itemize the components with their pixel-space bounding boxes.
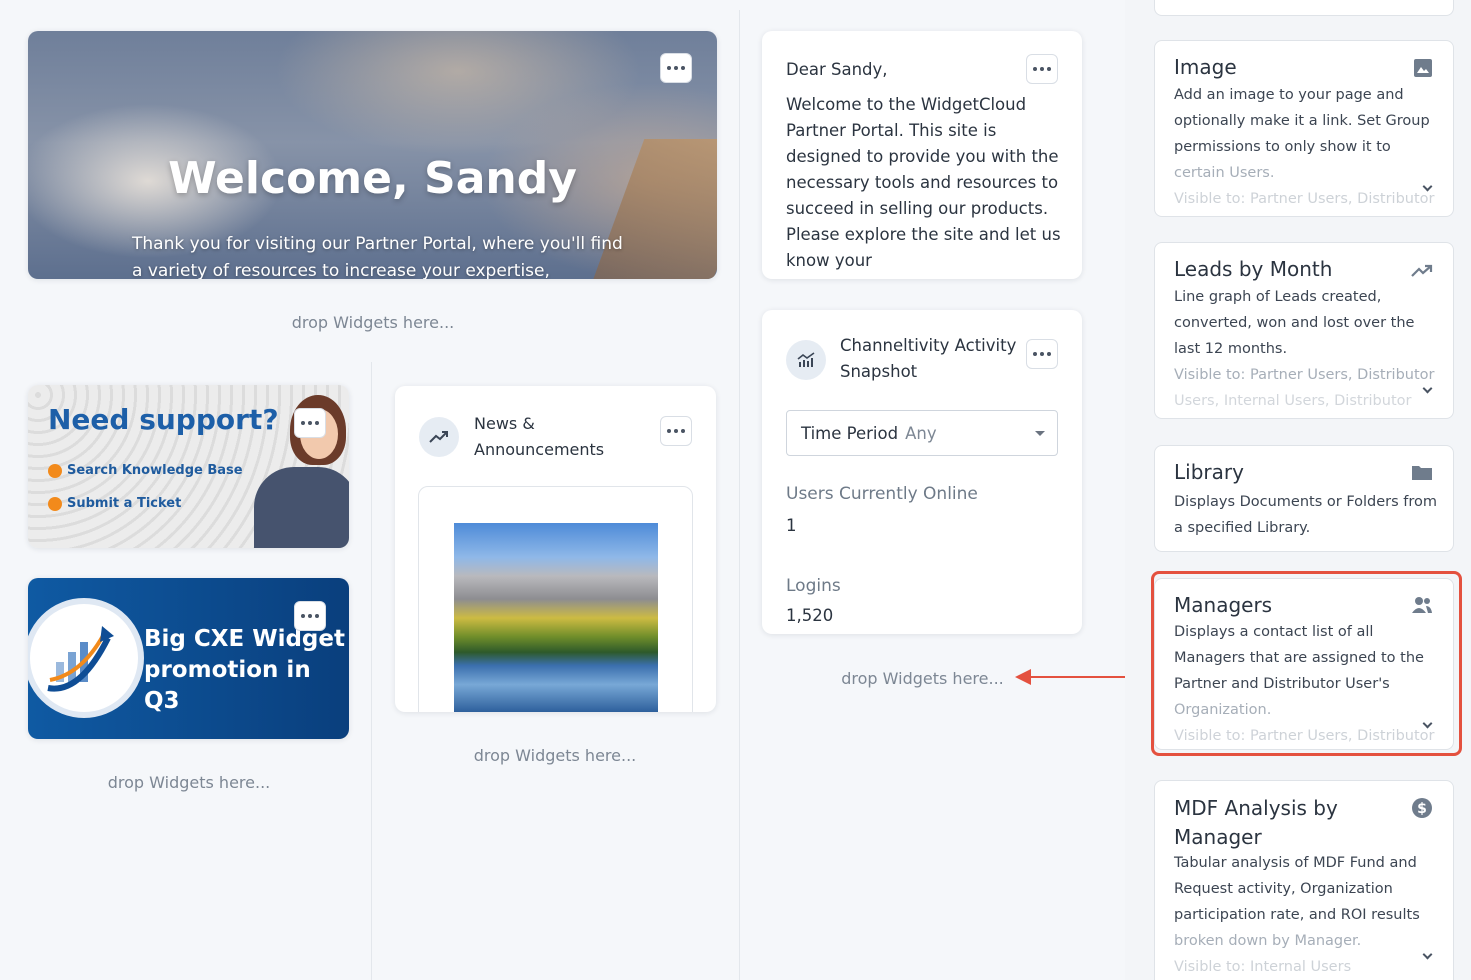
activity-title-line-1: Channeltivity Activity <box>840 336 1017 355</box>
highlight-box <box>1151 571 1462 756</box>
widget-card[interactable] <box>1154 0 1454 16</box>
promotion-line-2: promotion in Q3 <box>144 657 311 714</box>
letter-greeting: Dear Sandy, <box>786 60 888 79</box>
activity-title: Channeltivity Activity Snapshot <box>840 333 1016 385</box>
widget-description: Add an image to your page and optionally… <box>1174 82 1438 186</box>
activity-title-line-2: Snapshot <box>840 362 918 381</box>
drop-zone[interactable]: drop Widgets here... <box>410 746 700 765</box>
widget-description-fade: certain Users. <box>1174 165 1275 181</box>
news-title-line-1: News & <box>474 414 535 433</box>
widget-description-text: Tabular analysis of MDF Fund and Request… <box>1174 855 1420 923</box>
news-widget[interactable]: News & Announcements <box>395 386 716 712</box>
widget-description-text: Add an image to your page and optionally… <box>1174 87 1430 155</box>
column-divider <box>371 362 372 980</box>
widget-title: Leads by Month <box>1174 257 1333 281</box>
promotion-widget[interactable]: Big CXE Widget promotion in Q3 <box>28 578 349 739</box>
welcome-letter-text: Dear Sandy, Welcome to the WidgetCloud P… <box>786 57 1066 279</box>
more-options-button[interactable] <box>1026 339 1058 369</box>
logins-value: 1,520 <box>786 606 834 625</box>
widget-description: Line graph of Leads created, converted, … <box>1174 289 1415 357</box>
logins-label: Logins <box>786 576 841 596</box>
widget-title: MDF Analysis by Manager <box>1174 796 1338 849</box>
trending-up-icon <box>419 417 459 457</box>
widget-description: Displays Documents or Folders from a spe… <box>1174 494 1438 536</box>
users-online-label: Users Currently Online <box>786 484 978 504</box>
widget-card-library[interactable]: Library Displays Documents or Folders fr… <box>1154 445 1454 552</box>
chart-arrow-icon <box>47 626 114 692</box>
time-period-value: Any <box>905 423 937 443</box>
widget-visibility: Visible to: Internal Users <box>1174 959 1352 975</box>
svg-text:$: $ <box>1417 801 1427 817</box>
caret-down-icon <box>1035 431 1045 436</box>
arrow-head-icon <box>1015 669 1031 685</box>
more-options-button[interactable] <box>660 53 692 83</box>
activity-snapshot-widget[interactable]: Channeltivity Activity Snapshot Time Per… <box>762 310 1082 634</box>
drop-zone[interactable]: drop Widgets here... <box>228 313 518 332</box>
widget-description: Tabular analysis of MDF Fund and Request… <box>1174 850 1438 954</box>
welcome-banner-widget[interactable]: Welcome, Sandy Thank you for visiting ou… <box>28 31 717 279</box>
time-period-label: Time Period <box>801 423 899 443</box>
news-title-line-2: Announcements <box>474 440 605 459</box>
more-options-button[interactable] <box>1026 54 1058 84</box>
search-knowledge-base-link[interactable]: Search Knowledge Base <box>48 463 243 478</box>
growth-chart-logo <box>28 598 144 718</box>
widget-card-leads-by-month[interactable]: Leads by Month Line graph of Leads creat… <box>1154 242 1454 419</box>
widget-visibility: Visible to: Partner Users, Distributor <box>1174 367 1435 383</box>
support-agent-body <box>254 467 349 548</box>
welcome-subtitle: Thank you for visiting our Partner Porta… <box>132 234 623 279</box>
widget-card-image[interactable]: Image Add an image to your page and opti… <box>1154 40 1454 217</box>
users-online-value: 1 <box>786 516 797 535</box>
analytics-icon <box>786 340 826 380</box>
support-title: Need support? <box>48 403 279 436</box>
annotation-arrow <box>1030 676 1136 678</box>
dollar-icon: $ <box>1411 797 1433 823</box>
welcome-title: Welcome, Sandy <box>168 153 577 204</box>
trending-up-icon <box>1411 263 1433 282</box>
promotion-text: Big CXE Widget promotion in Q3 <box>144 624 349 717</box>
more-options-button[interactable] <box>294 408 326 438</box>
bullet-icon <box>48 463 62 478</box>
widget-visibility-continued: Users, Internal Users, Distributor <box>1174 393 1412 409</box>
news-title: News & Announcements <box>474 411 604 463</box>
image-icon <box>1413 58 1433 82</box>
widget-description-fade: broken down by Manager. <box>1174 933 1362 949</box>
news-item-card[interactable] <box>418 486 693 712</box>
letter-body: Welcome to the WidgetCloud Partner Porta… <box>786 95 1061 270</box>
widget-visibility: Visible to: Partner Users, Distributor <box>1174 191 1435 207</box>
drop-zone[interactable]: drop Widgets here... <box>44 773 334 792</box>
welcome-letter-widget[interactable]: Dear Sandy, Welcome to the WidgetCloud P… <box>762 31 1082 279</box>
column-divider <box>739 10 740 980</box>
time-period-select[interactable]: Time Period Any <box>786 410 1058 456</box>
more-options-button[interactable] <box>294 601 326 631</box>
news-item-image[interactable] <box>454 523 658 712</box>
widget-card-mdf-analysis[interactable]: MDF Analysis by Manager $ Tabular analys… <box>1154 780 1454 980</box>
widget-title: Library <box>1174 460 1244 484</box>
folder-icon <box>1411 464 1433 485</box>
more-options-button[interactable] <box>660 416 692 446</box>
widget-title: Image <box>1174 55 1237 79</box>
submit-ticket-link[interactable]: Submit a Ticket <box>48 496 181 511</box>
support-widget[interactable]: Need support? Search Knowledge Base Subm… <box>28 385 349 548</box>
bullet-icon <box>48 496 62 511</box>
